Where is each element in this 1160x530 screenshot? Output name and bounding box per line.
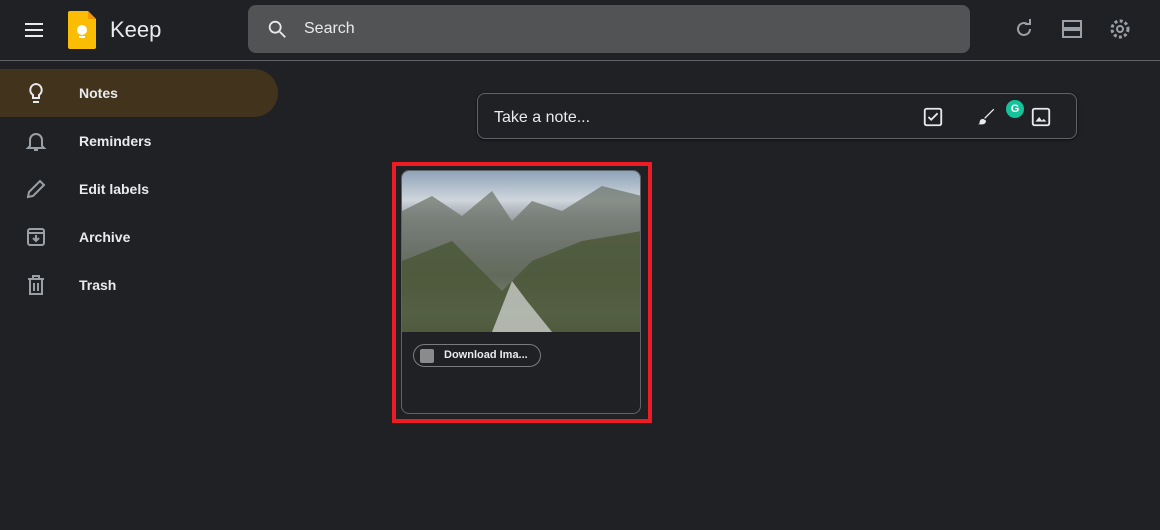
list-view-icon[interactable] — [1060, 17, 1084, 41]
settings-icon[interactable] — [1108, 17, 1132, 41]
link-chip[interactable]: Download Ima... — [413, 344, 541, 367]
pencil-icon — [26, 179, 46, 199]
sidebar-item-label: Reminders — [79, 133, 152, 149]
sidebar-item-label: Edit labels — [79, 181, 150, 197]
mountain-illustration — [402, 186, 640, 332]
checkbox-icon[interactable] — [922, 106, 944, 128]
menu-icon[interactable] — [22, 18, 46, 42]
app-name: Keep — [110, 17, 162, 42]
document-icon — [420, 349, 434, 363]
archive-icon — [27, 228, 45, 246]
take-note-bar[interactable]: Take a note... G — [477, 93, 1077, 139]
sidebar-item-trash[interactable]: Trash — [0, 261, 278, 309]
search-icon[interactable] — [266, 18, 288, 40]
chip-label: Download Ima... — [444, 349, 528, 361]
sidebar: Notes Reminders Edit labels Archive Tras… — [0, 69, 278, 309]
note-image[interactable] — [402, 171, 640, 332]
grammarly-badge[interactable]: G — [1006, 100, 1024, 118]
image-icon[interactable] — [1030, 106, 1052, 128]
sidebar-item-edit-labels[interactable]: Edit labels — [0, 165, 278, 213]
sidebar-item-notes[interactable]: Notes — [0, 69, 278, 117]
brush-icon[interactable] — [975, 106, 997, 128]
keep-logo-icon — [68, 11, 96, 49]
search-input[interactable] — [304, 5, 904, 53]
bell-icon — [25, 133, 47, 151]
trash-icon — [28, 275, 44, 295]
sidebar-item-label: Trash — [79, 277, 117, 293]
top-bar: Keep — [0, 0, 1160, 61]
sidebar-item-label: Notes — [79, 85, 118, 101]
take-note-placeholder: Take a note... — [494, 109, 591, 126]
lightbulb-icon — [29, 82, 43, 103]
sidebar-item-reminders[interactable]: Reminders — [0, 117, 278, 165]
sidebar-item-archive[interactable]: Archive — [0, 213, 278, 261]
search-bar[interactable] — [248, 5, 970, 53]
sidebar-item-label: Archive — [79, 229, 131, 245]
refresh-icon[interactable] — [1012, 17, 1036, 41]
note-card[interactable]: Download Ima... — [401, 170, 641, 414]
